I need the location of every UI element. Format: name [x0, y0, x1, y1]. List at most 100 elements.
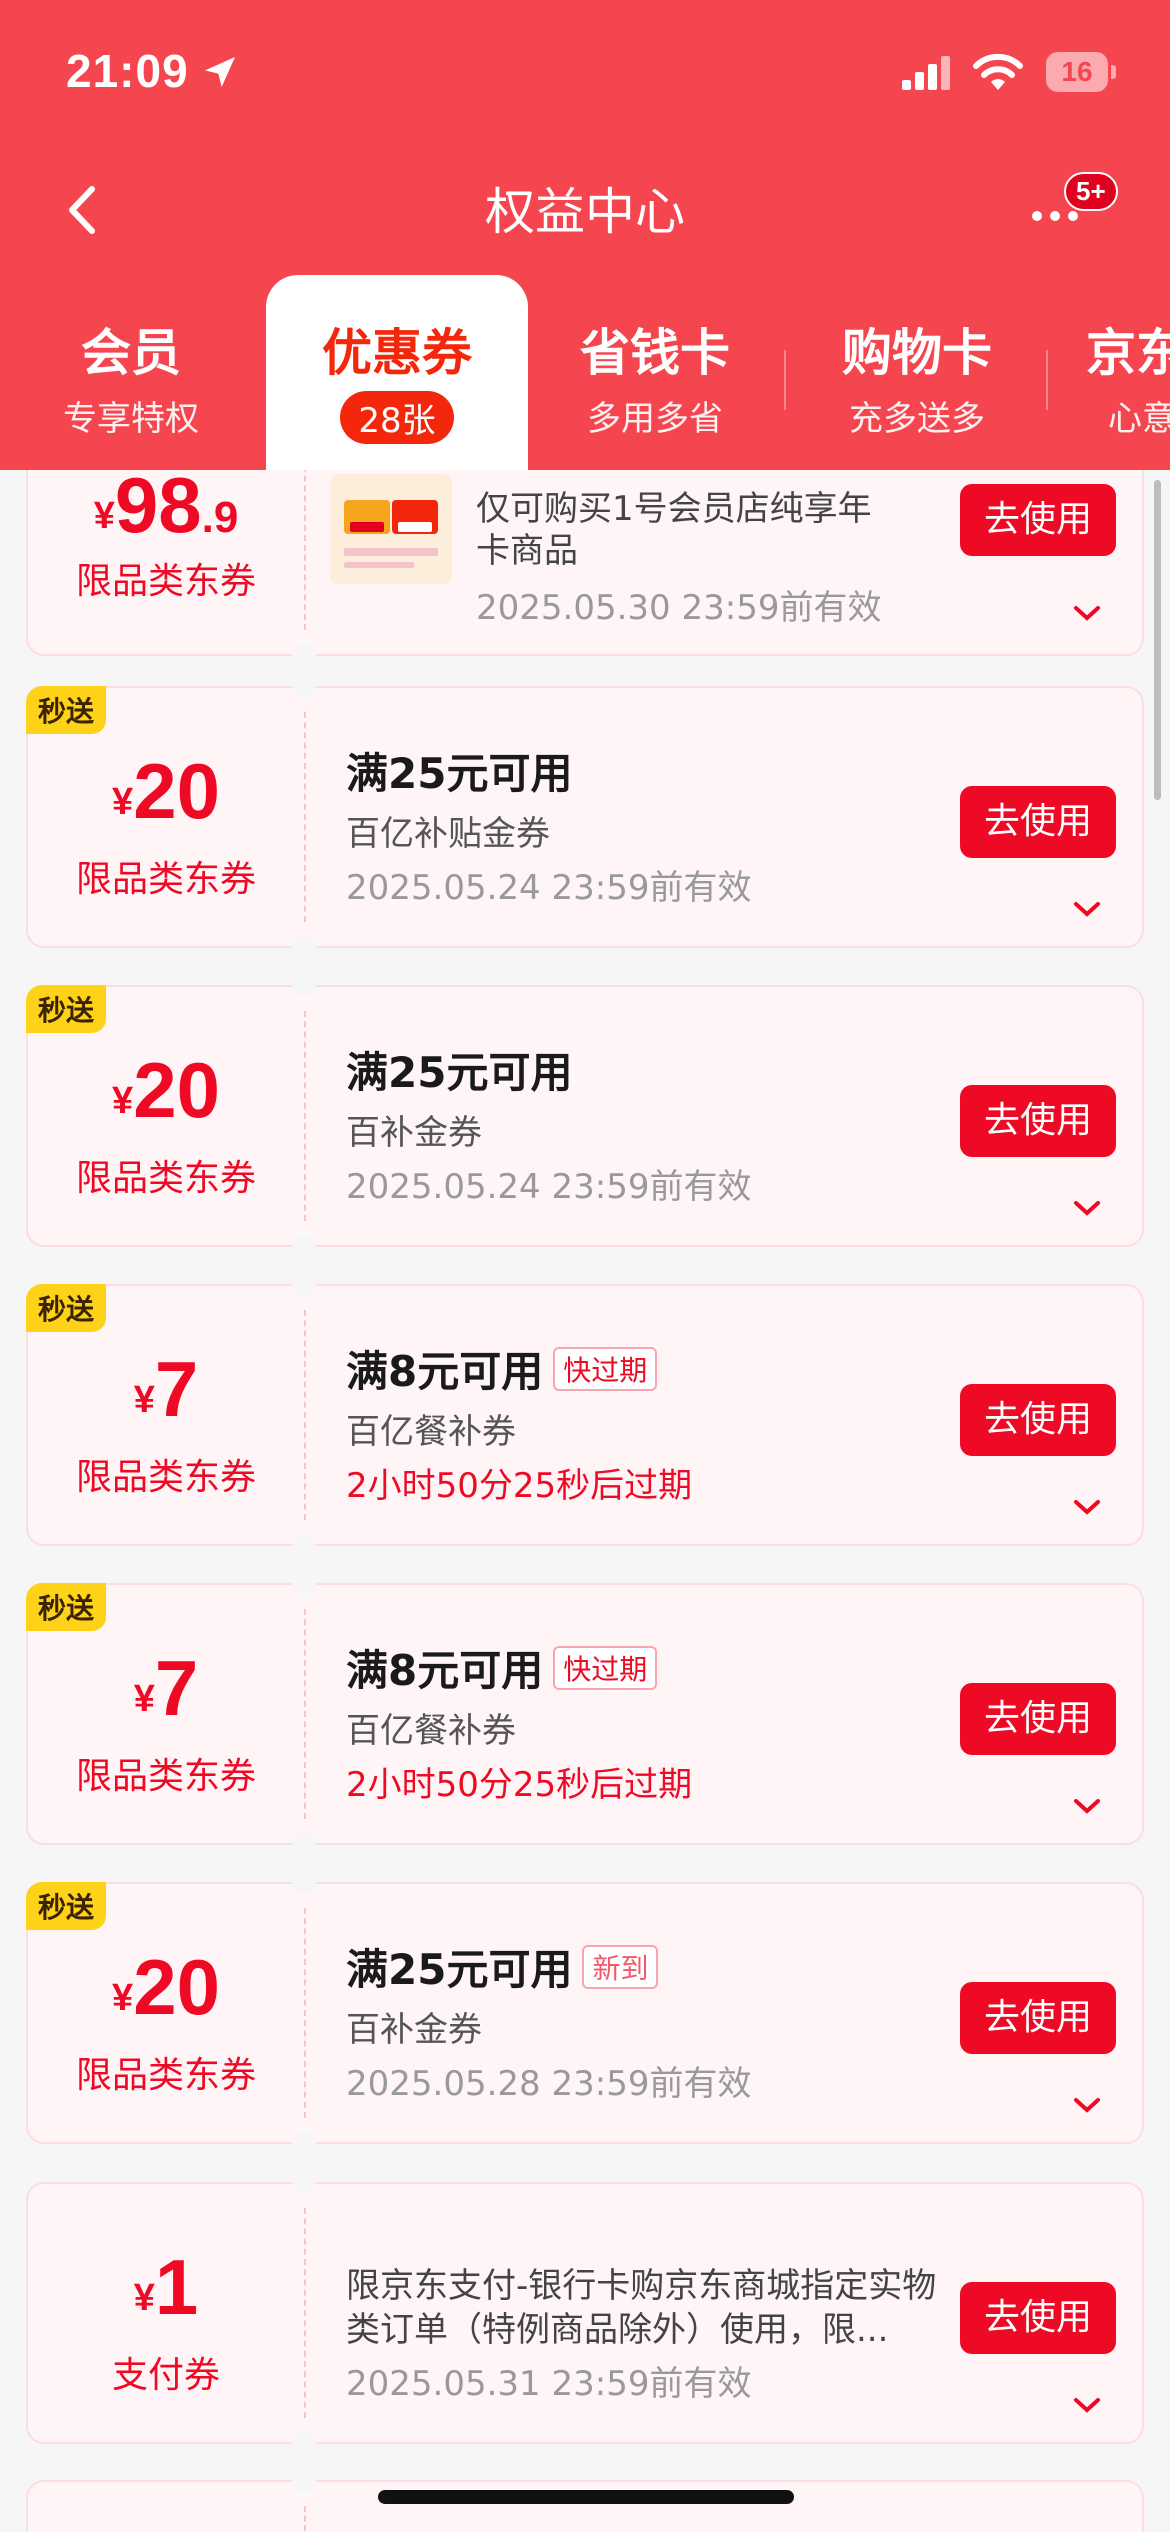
coupon-type: 限品类东券	[75, 1158, 256, 1199]
coupon-notch	[292, 936, 316, 960]
coupon-value-area: ¥7 限品类东券	[28, 1286, 304, 1544]
chevron-down-icon[interactable]	[1072, 2394, 1102, 2416]
coupon-description: 百亿补贴金券	[346, 814, 550, 854]
coupon-type: 限品类东券	[75, 1457, 256, 1498]
tab-title: 会员	[81, 324, 181, 382]
chevron-down-icon[interactable]	[1072, 898, 1102, 920]
coupon-countdown: 2小时50分25秒后过期	[346, 1466, 693, 1506]
coupon-title: 满25元可用	[346, 749, 573, 798]
coupon-separator	[304, 2506, 306, 2532]
use-coupon-button[interactable]: 去使用	[960, 1384, 1116, 1456]
tab-coupons[interactable]: 优惠券 28张	[266, 275, 528, 470]
coupon-title: 满25元可用 新到	[346, 1936, 659, 1997]
gift-card-image-icon	[330, 474, 452, 584]
use-coupon-button[interactable]: 去使用	[960, 1683, 1116, 1755]
tab-subtitle: 充多送多	[849, 399, 985, 439]
use-coupon-button[interactable]: 去使用	[960, 786, 1116, 858]
coupon-notch	[292, 1534, 316, 1558]
status-bar: 21:09 16	[0, 0, 1170, 150]
coupon-card: 秒送 ¥7 限品类东券 满8元可用 快过期 百亿餐补券 2小时50分25秒后过期 …	[26, 1571, 1144, 1857]
coupon-value-area: ¥98.9 限品类东券	[28, 470, 304, 654]
coupon-countdown: 2小时50分25秒后过期	[346, 1765, 693, 1805]
tab-savings-card[interactable]: 省钱卡 多用多省	[524, 275, 786, 470]
coupon-description: 仅可购买1号会员店纯享年卡商品	[476, 489, 872, 571]
coupon-card: ¥98.9 限品类东券 仅可购买1号会员店纯享年卡商品 2025.05.30 2…	[26, 470, 1144, 668]
coupon-separator	[304, 712, 306, 922]
tab-subtitle: 心意	[1108, 399, 1170, 439]
gift-pack-thumbnail	[330, 474, 452, 584]
coupon-expiry: 2025.05.28 23:59前有效	[346, 2064, 752, 2104]
coupon-notch	[292, 2468, 316, 2492]
use-coupon-button[interactable]: 去使用	[960, 1085, 1116, 1157]
coupon-notch	[292, 1235, 316, 1259]
coupon-notch	[292, 1571, 316, 1595]
chevron-down-icon[interactable]	[1072, 1795, 1102, 1817]
tab-bar: 会员 专享特权 优惠券 28张 省钱卡 多用多省 购物卡 充多送多 京东 心意	[0, 275, 1170, 470]
chevron-down-icon[interactable]	[1072, 1197, 1102, 1219]
coupon-notch	[292, 2170, 316, 2194]
coupon-notch	[292, 1272, 316, 1296]
new-arrival-badge: 新到	[582, 1945, 659, 1989]
coupon-card: ¥1 支付券 限京东支付-银行卡购京东商城指定实物类订单（特例商品除外）使用，限…	[26, 2170, 1144, 2456]
tab-title: 京东	[1086, 324, 1170, 382]
coupon-card: 秒送 ¥7 限品类东券 满8元可用 快过期 百亿餐补券 2小时50分25秒后过期 …	[26, 1272, 1144, 1558]
coupon-notch	[292, 2132, 316, 2156]
coupon-separator	[304, 1609, 306, 1819]
chevron-down-icon[interactable]	[1072, 602, 1102, 624]
coupon-separator	[304, 1310, 306, 1520]
coupon-description: 限京东支付-银行卡购京东商城指定实物类订单（特例商品除外）使用，限...	[346, 2266, 937, 2350]
coupon-type: 限品类东券	[75, 859, 256, 900]
coupon-card: 秒送 ¥20 限品类东券 满25元可用 百补金券 2025.05.24 23:5…	[26, 973, 1144, 1259]
coupon-amount: ¥20	[112, 1046, 220, 1134]
signal-icon	[902, 56, 950, 90]
tab-subtitle: 专享特权	[63, 399, 199, 439]
coupon-separator	[304, 470, 306, 630]
coupon-notch	[292, 644, 316, 668]
coupon-description: 百补金券	[346, 2010, 482, 2050]
coupon-value-area: ¥20 限品类东券	[28, 688, 304, 946]
use-coupon-button[interactable]: 去使用	[960, 484, 1116, 556]
coupon-card: 秒送 ¥20 限品类东券 满25元可用 百亿补贴金券 2025.05.24 23…	[26, 674, 1144, 960]
coupon-card-partial	[26, 2468, 1144, 2532]
scrollbar[interactable]	[1154, 480, 1161, 800]
coupon-type: 限品类东券	[75, 561, 256, 602]
more-button[interactable]: 5+	[1020, 170, 1118, 250]
coupon-description: 百亿餐补券	[346, 1711, 516, 1751]
coupon-separator	[304, 2208, 306, 2418]
tab-title: 优惠券	[322, 324, 472, 382]
coupon-amount: ¥20	[112, 747, 220, 835]
expiring-soon-badge: 快过期	[553, 1347, 658, 1391]
chevron-down-icon[interactable]	[1072, 2094, 1102, 2116]
expiring-soon-badge: 快过期	[553, 1646, 658, 1690]
coupon-notch	[292, 2432, 316, 2456]
coupon-amount: ¥7	[133, 1345, 199, 1433]
tab-member[interactable]: 会员 专享特权	[0, 275, 262, 470]
coupon-amount: ¥1	[133, 2243, 199, 2331]
coupon-expiry: 2025.05.31 23:59前有效	[346, 2364, 752, 2404]
coupon-amount: ¥20	[112, 1943, 220, 2031]
coupon-expiry: 2025.05.30 23:59前有效	[476, 588, 882, 628]
coupon-title: 满8元可用 快过期	[346, 1637, 658, 1698]
home-indicator[interactable]	[378, 2490, 794, 2504]
coupon-count-badge: 28张	[340, 391, 454, 444]
nav-bar: 权益中心 5+	[0, 150, 1170, 270]
chevron-down-icon[interactable]	[1072, 1496, 1102, 1518]
coupon-list[interactable]: ¥98.9 限品类东券 仅可购买1号会员店纯享年卡商品 2025.05.30 2…	[0, 470, 1170, 2532]
coupon-description: 百亿餐补券	[346, 1412, 516, 1452]
coupon-notch	[292, 674, 316, 698]
coupon-expiry: 2025.05.24 23:59前有效	[346, 1167, 752, 1207]
battery-indicator: 16	[1046, 52, 1116, 92]
coupon-value-area: ¥1 支付券	[28, 2184, 304, 2442]
coupon-title: 满8元可用 快过期	[346, 1338, 658, 1399]
coupon-card: 秒送 ¥20 限品类东券 满25元可用 新到 百补金券 2025.05.28 23…	[26, 1870, 1144, 2156]
use-coupon-button[interactable]: 去使用	[960, 2282, 1116, 2354]
tab-jd[interactable]: 京东 心意	[1050, 275, 1170, 470]
coupon-value-area: ¥7 限品类东券	[28, 1585, 304, 1843]
coupon-notch	[292, 973, 316, 997]
wifi-icon	[973, 53, 1023, 90]
tab-shopping-card[interactable]: 购物卡 充多送多	[786, 275, 1048, 470]
coupon-type: 限品类东券	[75, 1756, 256, 1797]
use-coupon-button[interactable]: 去使用	[960, 1982, 1116, 2054]
coupon-type: 限品类东券	[75, 2055, 256, 2096]
coupon-amount: ¥7	[133, 1644, 199, 1732]
